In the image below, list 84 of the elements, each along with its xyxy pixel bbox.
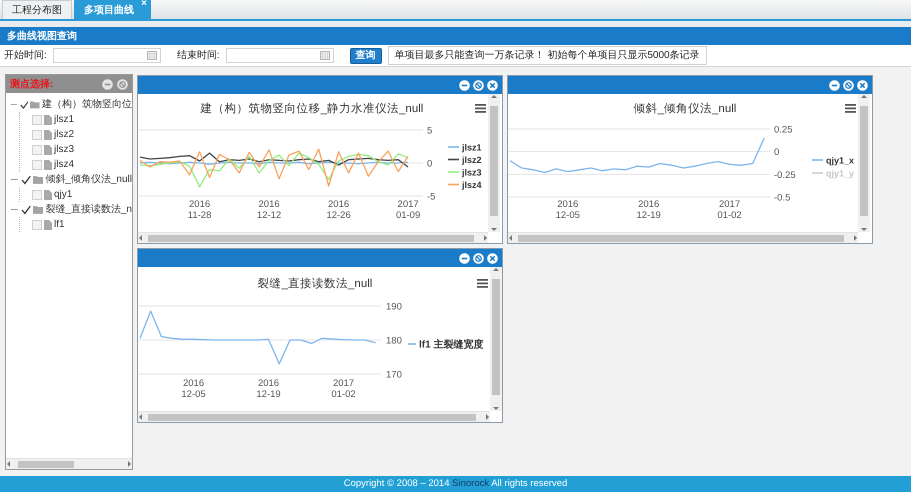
- axis-label: 2016 11-28: [188, 199, 212, 221]
- tree-item-label[interactable]: jlsz1: [54, 112, 74, 127]
- tree-item-label[interactable]: lf1: [54, 217, 65, 232]
- axis-label: 2016 12-12: [256, 199, 282, 221]
- axis-label: 2016 12-19: [636, 199, 661, 221]
- close-icon[interactable]: [487, 80, 498, 90]
- vertical-scrollbar[interactable]: [490, 267, 502, 411]
- legend-label[interactable]: jlsz3: [462, 168, 482, 178]
- folder-icon: [32, 175, 44, 184]
- checkbox[interactable]: [20, 174, 31, 184]
- menu-icon[interactable]: [475, 104, 486, 113]
- tree-item-label[interactable]: qjy1: [54, 187, 72, 202]
- axis-label: 2017 01-02: [331, 378, 356, 400]
- minimize-icon[interactable]: [829, 80, 840, 90]
- menu-icon[interactable]: [477, 279, 488, 288]
- legend-label[interactable]: jlsz4: [462, 180, 482, 190]
- date-field[interactable]: [52, 48, 161, 63]
- tree-item-label[interactable]: jlsz3: [54, 142, 74, 157]
- field-label: 开始时间:: [4, 48, 47, 63]
- date-field[interactable]: [226, 48, 334, 63]
- legend-label[interactable]: jlsz2: [462, 155, 482, 165]
- vertical-scrollbar[interactable]: [488, 94, 500, 232]
- tree-item-label[interactable]: 倾斜_倾角仪法_null: [45, 172, 132, 187]
- file-icon: [44, 190, 52, 200]
- horizontal-scrollbar[interactable]: [508, 232, 858, 243]
- horizontal-scrollbar[interactable]: [138, 232, 488, 243]
- axis-label: 2016 12-05: [556, 199, 580, 221]
- axis-label: -0.25: [774, 170, 796, 181]
- tree-item-label[interactable]: 裂缝_直接读数法_n: [45, 202, 132, 217]
- close-icon[interactable]: [857, 80, 868, 90]
- legend-label[interactable]: jlsz1: [462, 142, 482, 152]
- close-icon[interactable]: [487, 252, 498, 264]
- tab[interactable]: 工程分布图: [2, 0, 72, 19]
- panel-heading: 测点选择:: [10, 78, 54, 92]
- folder-icon: [30, 100, 40, 109]
- axis-label: -5: [427, 192, 436, 202]
- folder-icon: [32, 205, 44, 214]
- menu-icon[interactable]: [845, 104, 856, 113]
- axis-label: 0: [774, 147, 780, 158]
- axis-label: 190: [386, 302, 402, 312]
- checkbox[interactable]: [20, 100, 28, 110]
- tree-item-label[interactable]: 建（构）筑物竖向位: [42, 97, 132, 112]
- chart-title: 建（构）筑物竖向位移_静力水准仪法_null: [200, 103, 424, 115]
- panel-title: 多曲线视图查询: [0, 27, 911, 45]
- minus-icon[interactable]: [102, 78, 113, 90]
- horizontal-scrollbar[interactable]: [138, 411, 490, 422]
- slash-circle-icon[interactable]: [843, 80, 854, 90]
- axis-label: 2017 01-02: [717, 199, 742, 221]
- field-label: 结束时间:: [176, 48, 220, 63]
- axis-label: 170: [386, 370, 402, 380]
- calendar-icon[interactable]: [146, 51, 157, 60]
- checkbox[interactable]: [20, 204, 31, 214]
- axis-label: 5: [427, 126, 432, 136]
- notice-text: 单项目最多只能查询一万条记录！ 初始每个单项目只显示5000条记录: [388, 46, 707, 65]
- legend-marker[interactable]: [812, 159, 823, 161]
- chart-title: 裂缝_直接读数法_null: [258, 278, 372, 290]
- slash-circle-icon[interactable]: [473, 80, 484, 90]
- axis-label: 0: [427, 158, 432, 170]
- legend-label[interactable]: qjy1_x: [826, 156, 854, 166]
- chart-title: 倾斜_倾角仪法_null: [634, 103, 736, 115]
- axis-label: 2017 01-09: [396, 199, 420, 221]
- axis-label: 2016 12-05: [181, 378, 206, 400]
- axis-label: 2016 12-19: [256, 378, 281, 400]
- vertical-scrollbar[interactable]: [858, 94, 870, 232]
- file-icon: [44, 220, 52, 230]
- tree-item-label[interactable]: jlsz2: [54, 127, 74, 142]
- legend-marker[interactable]: [448, 146, 459, 148]
- axis-label: 0.25: [774, 124, 792, 136]
- minimize-icon[interactable]: [459, 80, 470, 90]
- horizontal-scrollbar[interactable]: [6, 458, 132, 469]
- copyright-text: Copyright © 2008 – 2014 Sinorock All rights reserved: [344, 476, 568, 491]
- axis-label: 180: [386, 336, 402, 346]
- tree-item-label[interactable]: jlsz4: [54, 157, 74, 172]
- legend-label[interactable]: lf1 主裂缝宽度: [419, 340, 484, 350]
- legend-marker[interactable]: [448, 184, 459, 186]
- slash-circle-icon[interactable]: [117, 78, 128, 90]
- legend-marker[interactable]: [408, 343, 416, 345]
- legend-marker[interactable]: [448, 158, 459, 160]
- calendar-icon[interactable]: [320, 51, 330, 60]
- slash-circle-icon[interactable]: [473, 252, 484, 264]
- axis-label: 2016 12-26: [326, 199, 351, 221]
- axis-label: -0.5: [774, 192, 790, 204]
- search-button[interactable]: 查询: [350, 48, 382, 64]
- minimize-icon[interactable]: [459, 252, 470, 264]
